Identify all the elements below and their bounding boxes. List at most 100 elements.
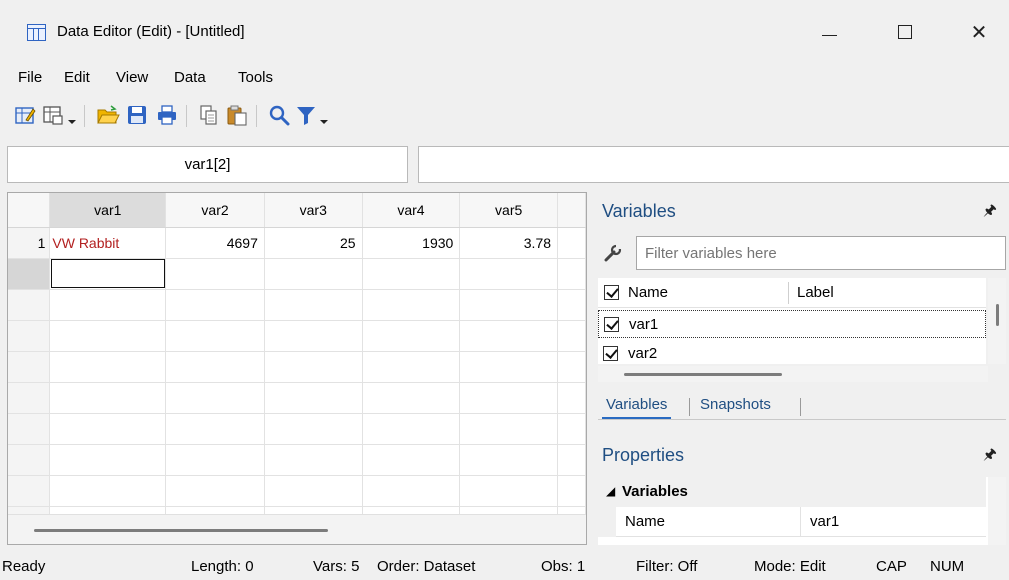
menu-view[interactable]: View — [116, 69, 148, 86]
scrollbar-thumb[interactable] — [34, 529, 328, 532]
row-header[interactable] — [8, 320, 51, 352]
table-cell[interactable] — [459, 444, 559, 476]
column-header-label[interactable]: Label — [797, 284, 834, 301]
table-cell[interactable] — [264, 289, 363, 321]
table-cell[interactable] — [165, 320, 265, 352]
cell-name-box[interactable]: var1[2] — [7, 146, 408, 183]
table-cell[interactable] — [459, 289, 559, 321]
column-header-empty[interactable] — [557, 193, 586, 228]
table-cell[interactable] — [557, 413, 586, 445]
table-cell[interactable] — [264, 320, 363, 352]
column-header-var4[interactable]: var4 — [362, 193, 461, 228]
table-cell[interactable]: VW Rabbit — [49, 227, 167, 259]
row-header[interactable] — [8, 475, 51, 507]
tab-snapshots[interactable]: Snapshots — [696, 396, 775, 417]
column-header-var2[interactable]: var2 — [165, 193, 265, 228]
variable-row-var1[interactable]: var1 — [598, 310, 986, 338]
table-cell[interactable] — [557, 227, 586, 259]
variable-checkbox[interactable] — [603, 346, 618, 361]
edit-mode-button[interactable] — [12, 103, 38, 127]
collapse-icon[interactable]: ◢ — [606, 484, 615, 498]
table-cell[interactable] — [362, 320, 461, 352]
table-cell[interactable] — [264, 413, 363, 445]
table-cell[interactable] — [49, 320, 167, 352]
paste-button[interactable] — [224, 103, 250, 127]
data-grid[interactable]: var1 var2 var3 var4 var5 1 VW Rabbit 469… — [7, 192, 587, 545]
row-header[interactable]: 1 — [8, 227, 51, 259]
properties-group-variables[interactable]: ◢ Variables — [598, 477, 986, 507]
table-cell[interactable] — [459, 320, 559, 352]
table-cell[interactable] — [557, 444, 586, 476]
scrollbar-thumb[interactable] — [996, 304, 999, 326]
row-header[interactable] — [8, 351, 51, 383]
table-cell[interactable] — [165, 351, 265, 383]
tab-variables[interactable]: Variables — [602, 396, 672, 419]
filter-dropdown[interactable] — [318, 103, 330, 127]
table-cell[interactable] — [459, 475, 559, 507]
row-header[interactable] — [8, 444, 51, 476]
variables-list[interactable]: Name Label var1 var2 — [598, 278, 986, 364]
variable-row-var2[interactable]: var2 — [598, 340, 986, 364]
table-cell[interactable] — [362, 444, 461, 476]
row-header[interactable] — [8, 413, 51, 445]
table-cell[interactable] — [49, 475, 167, 507]
row-header[interactable] — [8, 258, 51, 290]
close-button[interactable]: ✕ — [956, 17, 1002, 47]
table-cell[interactable] — [264, 444, 363, 476]
table-cell[interactable] — [165, 475, 265, 507]
row-header[interactable] — [8, 289, 51, 321]
filter-variables-input[interactable] — [636, 236, 1006, 270]
table-cell[interactable] — [49, 382, 167, 414]
table-cell[interactable] — [49, 289, 167, 321]
properties-grid[interactable]: ◢ Variables Name var1 — [598, 477, 1006, 545]
table-cell[interactable] — [459, 382, 559, 414]
table-cell[interactable] — [165, 258, 265, 290]
open-button[interactable] — [94, 103, 122, 127]
pin-icon[interactable]: 🖈︎ — [983, 200, 997, 225]
menu-tools[interactable]: Tools — [238, 69, 273, 86]
column-header-name[interactable]: Name — [628, 284, 668, 301]
grid-horizontal-scrollbar[interactable] — [8, 514, 586, 544]
find-button[interactable] — [266, 103, 292, 127]
pin-icon[interactable]: 🖈︎ — [983, 444, 997, 469]
variables-horizontal-scrollbar[interactable] — [598, 366, 988, 382]
table-cell[interactable] — [49, 444, 167, 476]
menu-data[interactable]: Data — [174, 69, 206, 86]
selected-cell[interactable] — [49, 258, 167, 290]
cell-value-input[interactable] — [418, 146, 1009, 183]
row-header[interactable] — [8, 382, 51, 414]
table-cell[interactable] — [165, 382, 265, 414]
table-cell[interactable] — [557, 351, 586, 383]
table-cell[interactable] — [557, 289, 586, 321]
table-cell[interactable] — [557, 382, 586, 414]
table-cell[interactable]: 4697 — [165, 227, 265, 259]
table-cell[interactable] — [459, 413, 559, 445]
table-cell[interactable]: 25 — [264, 227, 363, 259]
browse-mode-button[interactable] — [40, 103, 66, 127]
filter-button[interactable] — [294, 103, 318, 127]
table-cell[interactable]: 1930 — [362, 227, 461, 259]
variables-vertical-scrollbar[interactable] — [988, 278, 1006, 364]
column-header-var5[interactable]: var5 — [459, 193, 559, 228]
table-cell[interactable] — [49, 413, 167, 445]
copy-button[interactable] — [196, 103, 222, 127]
maximize-button[interactable] — [882, 17, 928, 47]
table-cell[interactable] — [165, 413, 265, 445]
browse-mode-dropdown[interactable] — [66, 103, 78, 127]
column-header-var3[interactable]: var3 — [264, 193, 363, 228]
table-cell[interactable] — [459, 351, 559, 383]
table-cell[interactable] — [362, 382, 461, 414]
table-cell[interactable] — [264, 351, 363, 383]
table-cell[interactable] — [362, 351, 461, 383]
table-cell[interactable] — [264, 382, 363, 414]
table-cell[interactable] — [165, 444, 265, 476]
variable-checkbox[interactable] — [604, 317, 619, 332]
table-cell[interactable] — [49, 351, 167, 383]
table-cell[interactable]: 3.78 — [459, 227, 559, 259]
select-all-checkbox[interactable] — [604, 285, 619, 300]
menu-file[interactable]: File — [18, 69, 42, 86]
column-header-var1[interactable]: var1 — [49, 193, 167, 228]
table-cell[interactable] — [362, 413, 461, 445]
scrollbar-thumb[interactable] — [624, 373, 782, 376]
property-value[interactable]: var1 — [810, 513, 839, 530]
